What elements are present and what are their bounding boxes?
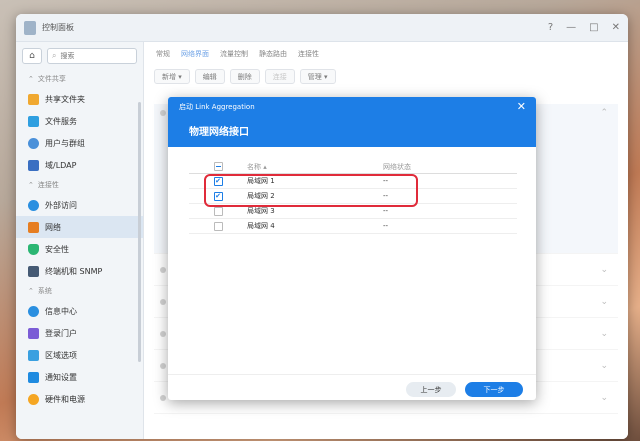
sidebar-item-notification[interactable]: 通知设置 bbox=[16, 366, 143, 388]
dialog-title: 启动 Link Aggregation bbox=[179, 103, 255, 111]
close-icon[interactable]: ✕ bbox=[517, 100, 526, 113]
power-icon bbox=[28, 393, 39, 405]
titlebar: 控制面板 ? — □ ✕ bbox=[16, 14, 628, 42]
search-icon: ⌕ bbox=[52, 51, 57, 60]
column-status[interactable]: 网络状态 bbox=[383, 162, 517, 172]
sidebar-item-terminal[interactable]: 终端机和 SNMP bbox=[16, 260, 143, 282]
external-access-icon bbox=[28, 199, 39, 211]
close-icon[interactable]: ✕ bbox=[612, 22, 620, 33]
search-box[interactable]: ⌕ bbox=[47, 48, 137, 64]
row-checkbox[interactable] bbox=[213, 221, 223, 231]
search-input[interactable] bbox=[60, 52, 131, 60]
row-status: -- bbox=[383, 207, 389, 215]
row-checkbox[interactable] bbox=[213, 206, 223, 216]
section-connectivity[interactable]: ⌃ 连接性 bbox=[16, 176, 143, 194]
sidebar-item-security[interactable]: 安全性 bbox=[16, 238, 143, 260]
previous-button[interactable]: 上一步 bbox=[406, 382, 456, 397]
sidebar: ⌂ ⌕ ⌃文件共享 共享文件夹 文件服务 用户与群组 域/LDAP ⌃连接性 外… bbox=[16, 42, 144, 439]
sidebar-item-users[interactable]: 用户与群组 bbox=[16, 132, 143, 154]
row-name: 局域网 4 bbox=[247, 222, 275, 230]
app-icon bbox=[24, 20, 36, 35]
select-all-checkbox[interactable] bbox=[213, 162, 223, 171]
info-icon bbox=[28, 305, 39, 317]
maximize-icon[interactable]: □ bbox=[589, 22, 598, 33]
sidebar-item-info-center[interactable]: 信息中心 bbox=[16, 300, 143, 322]
sidebar-item-file-services[interactable]: 文件服务 bbox=[16, 110, 143, 132]
sidebar-item-regional-options[interactable]: 区域选项 bbox=[16, 344, 143, 366]
home-button[interactable]: ⌂ bbox=[22, 48, 42, 64]
sidebar-item-network[interactable]: 网络 bbox=[16, 216, 143, 238]
help-icon[interactable]: ? bbox=[548, 22, 553, 33]
network-icon bbox=[28, 221, 39, 233]
home-icon: ⌂ bbox=[29, 51, 35, 61]
users-icon bbox=[28, 137, 39, 149]
domain-icon bbox=[28, 159, 39, 171]
sidebar-item-hardware-power[interactable]: 硬件和电源 bbox=[16, 388, 143, 410]
next-button[interactable]: 下一步 bbox=[465, 382, 523, 397]
minimize-icon[interactable]: — bbox=[566, 22, 576, 33]
dialog-footer: 上一步 下一步 bbox=[168, 374, 536, 400]
sidebar-item-shared-folder[interactable]: 共享文件夹 bbox=[16, 88, 143, 110]
table-header: 名称 ▴ 网络状态 bbox=[189, 160, 517, 174]
row-name: 局域网 3 bbox=[247, 207, 275, 215]
notification-icon bbox=[28, 371, 39, 383]
folder-icon bbox=[28, 93, 39, 105]
section-system[interactable]: ⌃ 系统 bbox=[16, 282, 143, 300]
column-name[interactable]: 名称 ▴ bbox=[247, 162, 383, 172]
link-aggregation-dialog: 启动 Link Aggregation 物理网络接口 ✕ 名称 ▴ 网络状态 ✔… bbox=[168, 97, 536, 400]
window-controls: ? — □ ✕ bbox=[548, 22, 620, 33]
table-row[interactable]: 局域网 4 -- bbox=[189, 219, 517, 234]
dialog-subtitle: 物理网络接口 bbox=[189, 127, 249, 138]
row-status: -- bbox=[383, 222, 389, 230]
file-services-icon bbox=[28, 115, 39, 127]
dialog-header: 启动 Link Aggregation 物理网络接口 ✕ bbox=[168, 97, 536, 147]
sidebar-item-login-portal[interactable]: 登录门户 bbox=[16, 322, 143, 344]
sidebar-item-ldap[interactable]: 域/LDAP bbox=[16, 154, 143, 176]
sidebar-scrollbar[interactable] bbox=[138, 102, 141, 362]
selection-highlight bbox=[204, 174, 418, 207]
regional-icon bbox=[28, 349, 39, 361]
section-file-sharing[interactable]: ⌃ 文件共享 bbox=[16, 70, 143, 88]
window-title: 控制面板 bbox=[42, 23, 74, 32]
shield-icon bbox=[28, 243, 39, 255]
terminal-icon bbox=[28, 265, 39, 277]
login-portal-icon bbox=[28, 327, 39, 339]
sidebar-item-external-access[interactable]: 外部访问 bbox=[16, 194, 143, 216]
